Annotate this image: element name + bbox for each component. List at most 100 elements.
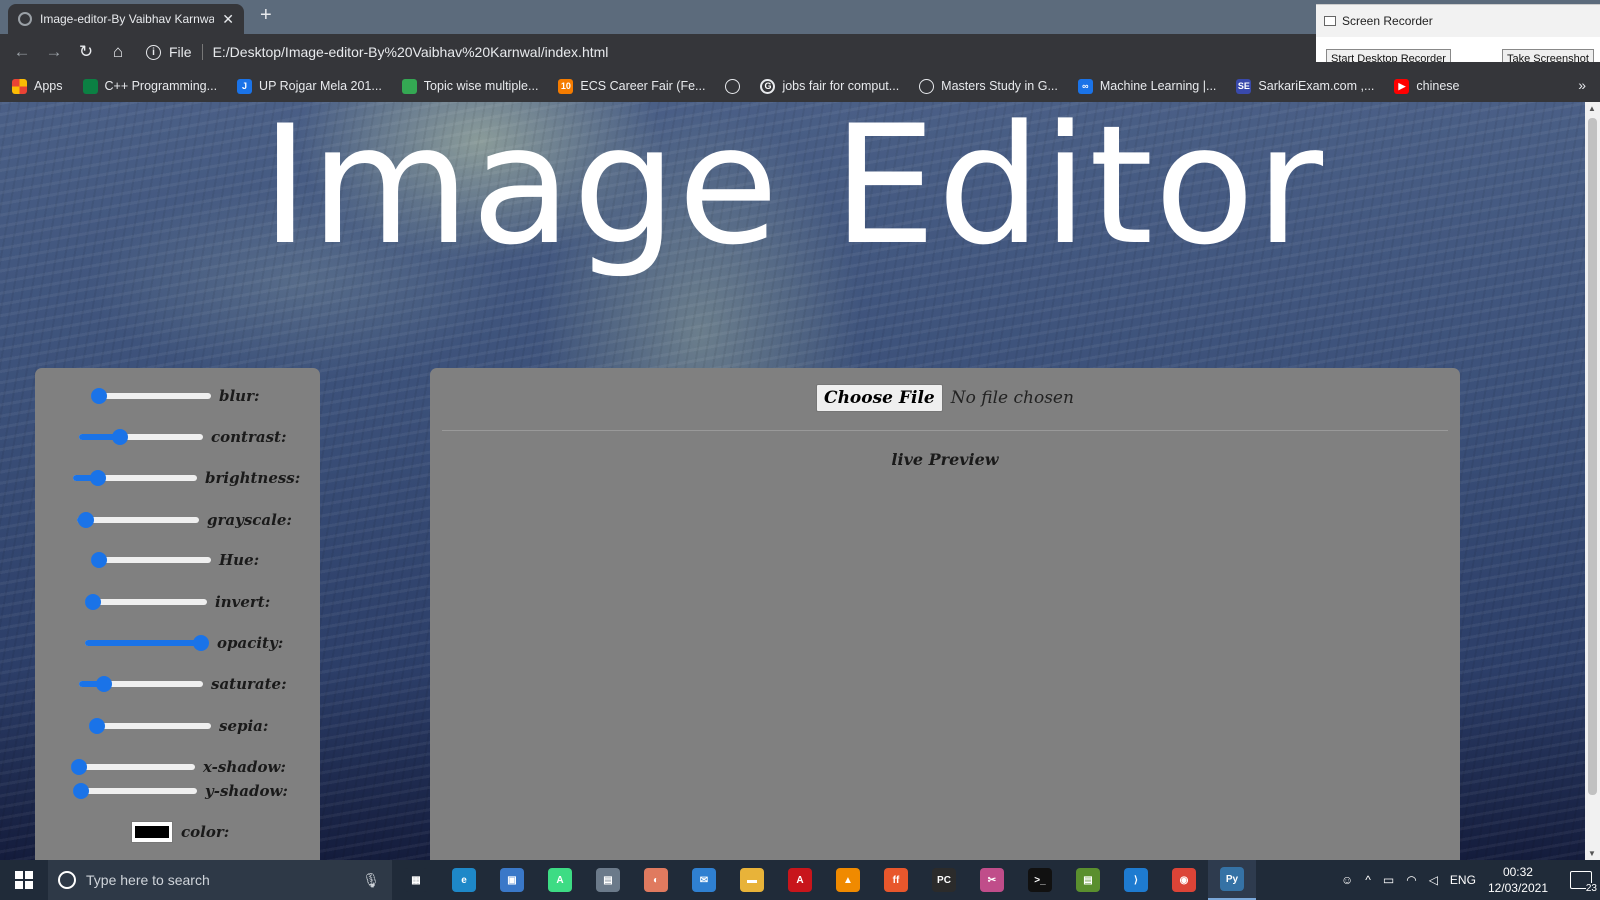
bookmark-item[interactable]: C++ Programming... xyxy=(82,78,217,94)
bookmark-item[interactable]: ∞ Machine Learning |... xyxy=(1077,78,1217,94)
saturate-slider-thumb[interactable] xyxy=(95,676,112,692)
opacity-slider-fill xyxy=(85,640,209,646)
paint-icon: ◐ xyxy=(644,868,668,892)
taskbar-app[interactable]: ✉ xyxy=(680,860,728,900)
contrast-slider-thumb[interactable] xyxy=(111,429,128,445)
show-hidden-icons-icon[interactable]: ^ xyxy=(1365,873,1371,887)
x-shadow-label: x-shadow: xyxy=(203,758,286,776)
taskbar-app[interactable]: A xyxy=(536,860,584,900)
microphone-icon[interactable]: 🎙 xyxy=(362,872,380,889)
taskbar-app[interactable]: ▲ xyxy=(824,860,872,900)
address-bar[interactable]: i File E:/Desktop/Image-editor-By%20Vaib… xyxy=(146,44,608,60)
address-url[interactable]: E:/Desktop/Image-editor-By%20Vaibhav%20K… xyxy=(213,44,609,60)
people-icon[interactable]: ☺ xyxy=(1341,873,1353,887)
sepia-slider-thumb[interactable] xyxy=(89,718,105,734)
taskbar-app[interactable]: ⟩ xyxy=(1112,860,1160,900)
choose-file-button[interactable]: Choose File xyxy=(816,384,943,412)
bookmark-item[interactable] xyxy=(725,78,741,94)
bookmark-item[interactable]: J UP Rojgar Mela 201... xyxy=(237,78,382,94)
take-screenshot-button[interactable]: Take Screenshot xyxy=(1502,49,1594,63)
scroll-down-icon[interactable]: ▼ xyxy=(1588,849,1596,858)
x-shadow-slider-thumb[interactable] xyxy=(71,759,87,775)
taskbar-app[interactable]: ▤ xyxy=(584,860,632,900)
browser-toolbar: ← → ↻ ⌂ i File E:/Desktop/Image-editor-B… xyxy=(0,34,1316,70)
hue-slider[interactable] xyxy=(91,552,211,568)
firefox-icon: ff xyxy=(884,868,908,892)
grayscale-slider-thumb[interactable] xyxy=(77,512,94,528)
brightness-slider[interactable] xyxy=(73,470,197,486)
bookmark-item[interactable]: Gjobs fair for comput... xyxy=(760,78,899,94)
start-desktop-recorder-button[interactable]: Start Desktop Recorder xyxy=(1326,49,1451,63)
y-shadow-slider[interactable] xyxy=(73,783,197,799)
more-bookmarks-button[interactable]: » xyxy=(1578,77,1586,93)
brightness-label: brightness: xyxy=(205,469,301,487)
bookmark-item[interactable]: ▶ chinese xyxy=(1394,78,1460,94)
infinity-icon: ∞ xyxy=(1077,78,1093,94)
taskbar-app[interactable]: ◉ xyxy=(1160,860,1208,900)
contrast-slider[interactable] xyxy=(79,429,203,445)
grayscale-control: grayscale: xyxy=(77,510,292,530)
taskbar-app[interactable]: ◐ xyxy=(632,860,680,900)
file-status-text: No file chosen xyxy=(950,388,1074,408)
brightness-slider-thumb[interactable] xyxy=(89,470,106,486)
site-info-icon[interactable]: i xyxy=(146,44,161,60)
taskbar-app[interactable]: >_ xyxy=(1016,860,1064,900)
contrast-control: contrast: xyxy=(79,427,287,447)
scroll-up-icon[interactable]: ▲ xyxy=(1588,104,1596,113)
chrome-icon: ◉ xyxy=(1172,868,1196,892)
taskbar-app[interactable]: e xyxy=(440,860,488,900)
sepia-control: sepia: xyxy=(89,716,268,736)
address-divider xyxy=(201,44,203,60)
bookmark-item[interactable]: Masters Study in G... xyxy=(919,78,1058,94)
forward-button[interactable]: → xyxy=(38,42,70,62)
sepia-slider[interactable] xyxy=(89,718,211,734)
bookmark-item[interactable]: 10 ECS Career Fair (Fe... xyxy=(558,78,705,94)
taskbar-app[interactable]: ff xyxy=(872,860,920,900)
recorder-window-icon xyxy=(1324,16,1336,26)
taskbar-app[interactable]: ▣ xyxy=(488,860,536,900)
reload-button[interactable]: ↻ xyxy=(70,42,102,62)
hue-slider-thumb[interactable] xyxy=(91,552,107,568)
opacity-slider[interactable] xyxy=(85,635,209,651)
taskbar-app[interactable]: A xyxy=(776,860,824,900)
taskbar-app[interactable]: ✂ xyxy=(968,860,1016,900)
taskbar-app[interactable]: ▦ xyxy=(392,860,440,900)
browser-tab[interactable]: Image-editor-By Vaibhav Karnwal ✕ xyxy=(8,4,244,34)
x-shadow-control: x-shadow: xyxy=(71,757,286,777)
wifi-icon[interactable]: ◠ xyxy=(1406,873,1416,887)
notification-center-icon[interactable]: 23 xyxy=(1570,871,1597,894)
taskbar-app[interactable]: PC xyxy=(920,860,968,900)
language-indicator[interactable]: ENG xyxy=(1450,873,1476,887)
blur-slider[interactable] xyxy=(91,388,211,404)
start-button[interactable] xyxy=(0,860,48,900)
battery-icon[interactable]: ▭ xyxy=(1383,873,1394,887)
taskbar-app[interactable]: Py xyxy=(1208,860,1256,900)
bookmark-item[interactable]: Apps xyxy=(12,78,63,94)
shadow-color-control: color: xyxy=(131,821,229,843)
blur-slider-thumb[interactable] xyxy=(91,388,107,404)
taskbar-app[interactable]: ▬ xyxy=(728,860,776,900)
saturate-slider[interactable] xyxy=(79,676,203,692)
taskbar-clock[interactable]: 00:32 12/03/2021 xyxy=(1488,864,1548,896)
home-button[interactable]: ⌂ xyxy=(102,42,134,62)
invert-slider-thumb[interactable] xyxy=(85,594,101,610)
invert-slider[interactable] xyxy=(85,594,207,610)
x-shadow-slider[interactable] xyxy=(71,759,195,775)
y-shadow-slider-thumb[interactable] xyxy=(73,783,89,799)
color-picker[interactable] xyxy=(131,821,173,843)
hue-label: Hue: xyxy=(219,551,260,569)
close-tab-icon[interactable]: ✕ xyxy=(222,11,234,28)
bookmark-item[interactable]: Topic wise multiple... xyxy=(401,78,538,94)
page-scrollbar[interactable]: ▲ ▼ xyxy=(1585,102,1600,860)
new-tab-button[interactable]: + xyxy=(260,4,272,27)
file-input[interactable]: Choose File No file chosen xyxy=(430,384,1460,412)
back-button[interactable]: ← xyxy=(6,42,38,62)
scrollbar-thumb[interactable] xyxy=(1588,118,1597,795)
grayscale-slider[interactable] xyxy=(77,512,199,528)
volume-icon[interactable]: ◁ xyxy=(1429,873,1438,887)
taskbar-app[interactable]: ▤ xyxy=(1064,860,1112,900)
opacity-slider-thumb[interactable] xyxy=(193,635,209,651)
bookmark-label: Machine Learning |... xyxy=(1099,79,1217,93)
taskbar-search-box[interactable]: Type here to search 🎙 xyxy=(48,860,392,900)
bookmark-item[interactable]: SE SarkariExam.com ,... xyxy=(1236,78,1374,94)
